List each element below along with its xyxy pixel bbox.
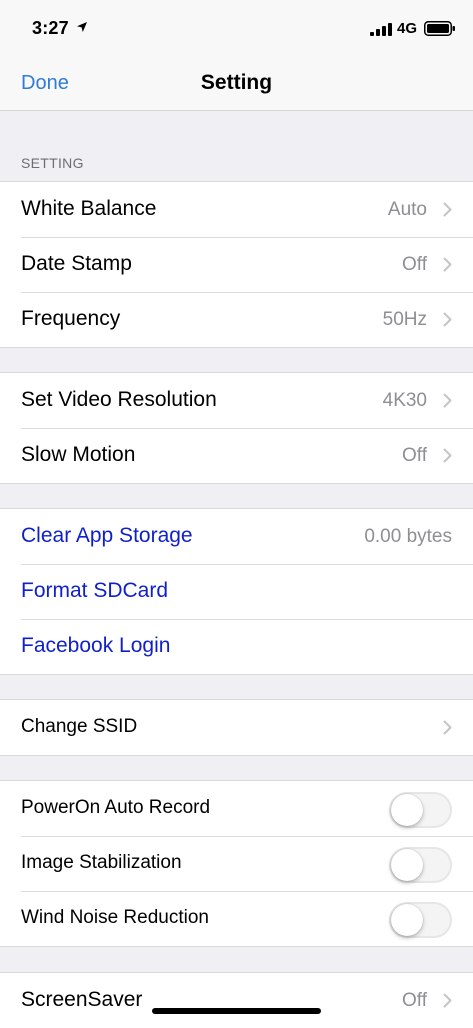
chevron-right-icon [443, 312, 452, 327]
settings-group-screensaver: ScreenSaver Off [0, 972, 473, 1028]
status-time: 3:27 [32, 18, 69, 38]
row-label: White Balance [21, 197, 157, 220]
row-label: Set Video Resolution [21, 388, 217, 411]
image-stabilization-row: Image Stabilization [0, 836, 473, 891]
clear-app-storage-row[interactable]: Clear App Storage 0.00 bytes [0, 509, 473, 564]
clear-app-storage-button[interactable]: Clear App Storage [21, 524, 193, 548]
row-label: Frequency [21, 307, 121, 330]
poweron-auto-record-toggle[interactable] [389, 792, 452, 828]
row-value: Off [402, 990, 427, 1011]
row-label: Slow Motion [21, 443, 136, 466]
chevron-right-icon [443, 393, 452, 408]
facebook-login-button[interactable]: Facebook Login [21, 634, 170, 658]
date-stamp-row[interactable]: Date Stamp Off [0, 237, 473, 292]
image-stabilization-toggle[interactable] [389, 847, 452, 883]
navigation-bar: Done Setting [0, 58, 473, 111]
wind-noise-reduction-row: Wind Noise Reduction [0, 891, 473, 946]
row-label: ScreenSaver [21, 988, 143, 1011]
network-type: 4G [397, 20, 418, 37]
location-arrow-icon [77, 22, 87, 32]
row-label: PowerOn Auto Record [21, 797, 211, 818]
chevron-right-icon [443, 257, 452, 272]
row-value: 50Hz [382, 309, 427, 330]
cellular-signal-icon [370, 23, 392, 36]
screensaver-row[interactable]: ScreenSaver Off [0, 973, 473, 1028]
chevron-right-icon [443, 993, 452, 1008]
row-label: Wind Noise Reduction [21, 907, 209, 928]
video-resolution-row[interactable]: Set Video Resolution 4K30 [0, 373, 473, 428]
settings-group-actions: Clear App Storage 0.00 bytes Format SDCa… [0, 508, 473, 675]
row-label: Image Stabilization [21, 852, 182, 873]
home-indicator[interactable] [152, 1008, 321, 1014]
row-value: Off [402, 445, 427, 466]
change-ssid-row[interactable]: Change SSID [0, 700, 473, 755]
status-bar: 3:27 4G [0, 0, 473, 58]
toggle-knob [391, 794, 423, 826]
row-label: Date Stamp [21, 252, 132, 275]
row-value: Off [402, 254, 427, 275]
settings-group-wifi: Change SSID [0, 699, 473, 756]
row-value: 4K30 [382, 390, 427, 411]
chevron-right-icon [443, 448, 452, 463]
frequency-row[interactable]: Frequency 50Hz [0, 292, 473, 347]
format-sdcard-row[interactable]: Format SDCard [0, 564, 473, 619]
settings-group-video: Set Video Resolution 4K30 Slow Motion Of… [0, 372, 473, 484]
chevron-right-icon [443, 202, 452, 217]
format-sdcard-button[interactable]: Format SDCard [21, 579, 168, 603]
row-label: Change SSID [21, 716, 138, 737]
settings-group-camera: White Balance Auto Date Stamp Off Freque… [0, 181, 473, 348]
slow-motion-row[interactable]: Slow Motion Off [0, 428, 473, 483]
white-balance-row[interactable]: White Balance Auto [0, 182, 473, 237]
page-title: Setting [200, 71, 273, 94]
storage-size-value: 0.00 bytes [364, 526, 452, 547]
poweron-auto-record-row: PowerOn Auto Record [0, 781, 473, 836]
settings-group-toggles: PowerOn Auto Record Image Stabilization … [0, 780, 473, 947]
section-header: SETTING [21, 155, 84, 171]
toggle-knob [391, 849, 423, 881]
wind-noise-reduction-toggle[interactable] [389, 902, 452, 938]
toggle-knob [391, 904, 423, 936]
row-value: Auto [387, 199, 427, 220]
battery-icon [424, 21, 455, 36]
facebook-login-row[interactable]: Facebook Login [0, 619, 473, 674]
chevron-right-icon [443, 720, 452, 735]
